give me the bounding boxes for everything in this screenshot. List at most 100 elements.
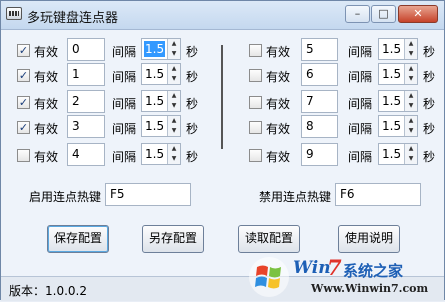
row-6-interval-label: 间隔	[348, 70, 373, 84]
row-1-interval-spinner[interactable]: 1.5 ▲ ▼	[141, 63, 181, 85]
row-9-interval-spinner[interactable]: 1.5 ▲ ▼	[378, 143, 418, 165]
spin-down-icon[interactable]: ▼	[404, 126, 417, 136]
row-2-interval-spinner[interactable]: 1.5 ▲ ▼	[141, 90, 181, 112]
spin-down-icon[interactable]: ▼	[167, 49, 180, 59]
spin-down-icon[interactable]: ▼	[167, 126, 180, 136]
row-1-checkbox[interactable]: ✓	[17, 69, 30, 82]
row-3-interval-label: 间隔	[112, 122, 137, 136]
disable-hotkey-value: F6	[340, 187, 355, 201]
row-6-seconds-label: 秒	[423, 70, 436, 84]
row-0-key-field[interactable]: 0	[67, 38, 105, 61]
watermark-url: Www.Winwin7.com	[311, 282, 429, 295]
disable-hotkey-field[interactable]: F6	[335, 183, 421, 206]
spin-down-icon[interactable]: ▼	[404, 101, 417, 111]
row-8-key-field[interactable]: 8	[301, 115, 338, 138]
minimize-icon: –	[354, 7, 361, 20]
row-7-key-field[interactable]: 7	[301, 90, 338, 113]
row-3-interval-spinner[interactable]: 1.5 ▲ ▼	[141, 115, 181, 137]
enable-hotkey-field[interactable]: F5	[105, 183, 191, 206]
watermark-brand-win: Win	[293, 258, 331, 278]
app-window: 多玩键盘连点器 – □ ✕ ✓ 有效 0 间隔 1.5 ▲ ▼ 秒 ✓ 有效 1…	[0, 0, 445, 301]
row-6-interval-spinner[interactable]: 1.5 ▲ ▼	[378, 63, 418, 85]
check-icon: ✓	[18, 121, 29, 134]
row-2-seconds-label: 秒	[186, 97, 199, 111]
disable-hotkey-label: 禁用连点热键	[259, 190, 332, 204]
row-6-key-value: 6	[306, 67, 314, 81]
spin-down-icon[interactable]: ▼	[167, 154, 180, 164]
row-8-valid-label: 有效	[266, 122, 291, 136]
maximize-icon: □	[378, 7, 389, 20]
minimize-button[interactable]: –	[345, 5, 370, 23]
watermark-brand-7: 7	[327, 255, 342, 280]
row-4-key-field[interactable]: 4	[67, 143, 105, 166]
row-5-checkbox[interactable]	[249, 44, 262, 57]
row-9-key-field[interactable]: 9	[301, 143, 338, 166]
maximize-button[interactable]: □	[371, 5, 396, 23]
row-7-checkbox[interactable]	[249, 96, 262, 109]
row-4-interval-value: 1.5	[145, 147, 165, 161]
row-8-key-value: 8	[306, 119, 314, 133]
row-7-valid-label: 有效	[266, 97, 291, 111]
row-9-seconds-label: 秒	[423, 150, 436, 164]
row-4-interval-label: 间隔	[112, 150, 137, 164]
row-4-interval-spinner[interactable]: 1.5 ▲ ▼	[141, 143, 181, 165]
version-text: 版本：1.0.0.2	[9, 284, 87, 298]
row-3-valid-label: 有效	[34, 122, 59, 136]
row-5-seconds-label: 秒	[423, 45, 436, 59]
title-bar: 多玩键盘连点器 – □ ✕	[1, 1, 444, 30]
row-0-interval-spinner[interactable]: 1.5 ▲ ▼	[141, 38, 181, 60]
row-8-interval-label: 间隔	[348, 122, 373, 136]
row-6-valid-label: 有效	[266, 70, 291, 84]
row-0-interval-value: 1.5	[144, 41, 166, 57]
row-4-key-value: 4	[72, 147, 80, 161]
window-title: 多玩键盘连点器	[27, 11, 119, 26]
row-7-interval-spinner[interactable]: 1.5 ▲ ▼	[378, 90, 418, 112]
row-5-key-field[interactable]: 5	[301, 38, 338, 61]
row-5-interval-spinner[interactable]: 1.5 ▲ ▼	[378, 38, 418, 60]
close-button[interactable]: ✕	[398, 5, 438, 23]
row-5-valid-label: 有效	[266, 45, 291, 59]
spin-down-icon[interactable]: ▼	[404, 74, 417, 84]
row-8-interval-spinner[interactable]: 1.5 ▲ ▼	[378, 115, 418, 137]
row-9-key-value: 9	[306, 147, 314, 161]
save-config-button[interactable]: 保存配置	[47, 225, 109, 253]
row-9-interval-label: 间隔	[348, 150, 373, 164]
row-2-key-field[interactable]: 2	[67, 90, 105, 113]
row-1-interval-label: 间隔	[112, 70, 137, 84]
row-4-seconds-label: 秒	[186, 150, 199, 164]
check-icon: ✓	[18, 44, 29, 57]
row-4-checkbox[interactable]	[17, 149, 30, 162]
help-button[interactable]: 使用说明	[338, 225, 400, 253]
spin-down-icon[interactable]: ▼	[167, 74, 180, 84]
row-6-key-field[interactable]: 6	[301, 63, 338, 86]
watermark: Win 7 系统之家 Www.Winwin7.com	[247, 255, 443, 299]
enable-hotkey-label: 启用连点热键	[29, 190, 102, 204]
check-icon: ✓	[18, 69, 29, 82]
row-3-checkbox[interactable]: ✓	[17, 121, 30, 134]
row-2-key-value: 2	[72, 94, 80, 108]
row-9-checkbox[interactable]	[249, 149, 262, 162]
row-0-checkbox[interactable]: ✓	[17, 44, 30, 57]
row-9-interval-value: 1.5	[382, 147, 402, 161]
row-1-key-field[interactable]: 1	[67, 63, 105, 86]
load-config-button[interactable]: 读取配置	[238, 225, 300, 253]
row-0-valid-label: 有效	[34, 45, 59, 59]
row-6-checkbox[interactable]	[249, 69, 262, 82]
row-2-interval-label: 间隔	[112, 97, 137, 111]
row-1-key-value: 1	[72, 67, 80, 81]
row-4-valid-label: 有效	[34, 150, 59, 164]
column-divider	[221, 45, 223, 149]
row-0-interval-label: 间隔	[112, 45, 137, 59]
row-2-checkbox[interactable]: ✓	[17, 96, 30, 109]
spin-down-icon[interactable]: ▼	[404, 49, 417, 59]
row-8-checkbox[interactable]	[249, 121, 262, 134]
row-9-valid-label: 有效	[266, 150, 291, 164]
spin-down-icon[interactable]: ▼	[404, 154, 417, 164]
row-3-key-field[interactable]: 3	[67, 115, 105, 138]
row-3-interval-value: 1.5	[145, 119, 165, 133]
spin-down-icon[interactable]: ▼	[167, 101, 180, 111]
row-1-valid-label: 有效	[34, 70, 59, 84]
close-icon: ✕	[413, 7, 423, 20]
row-7-interval-value: 1.5	[382, 94, 402, 108]
save-as-config-button[interactable]: 另存配置	[142, 225, 204, 253]
